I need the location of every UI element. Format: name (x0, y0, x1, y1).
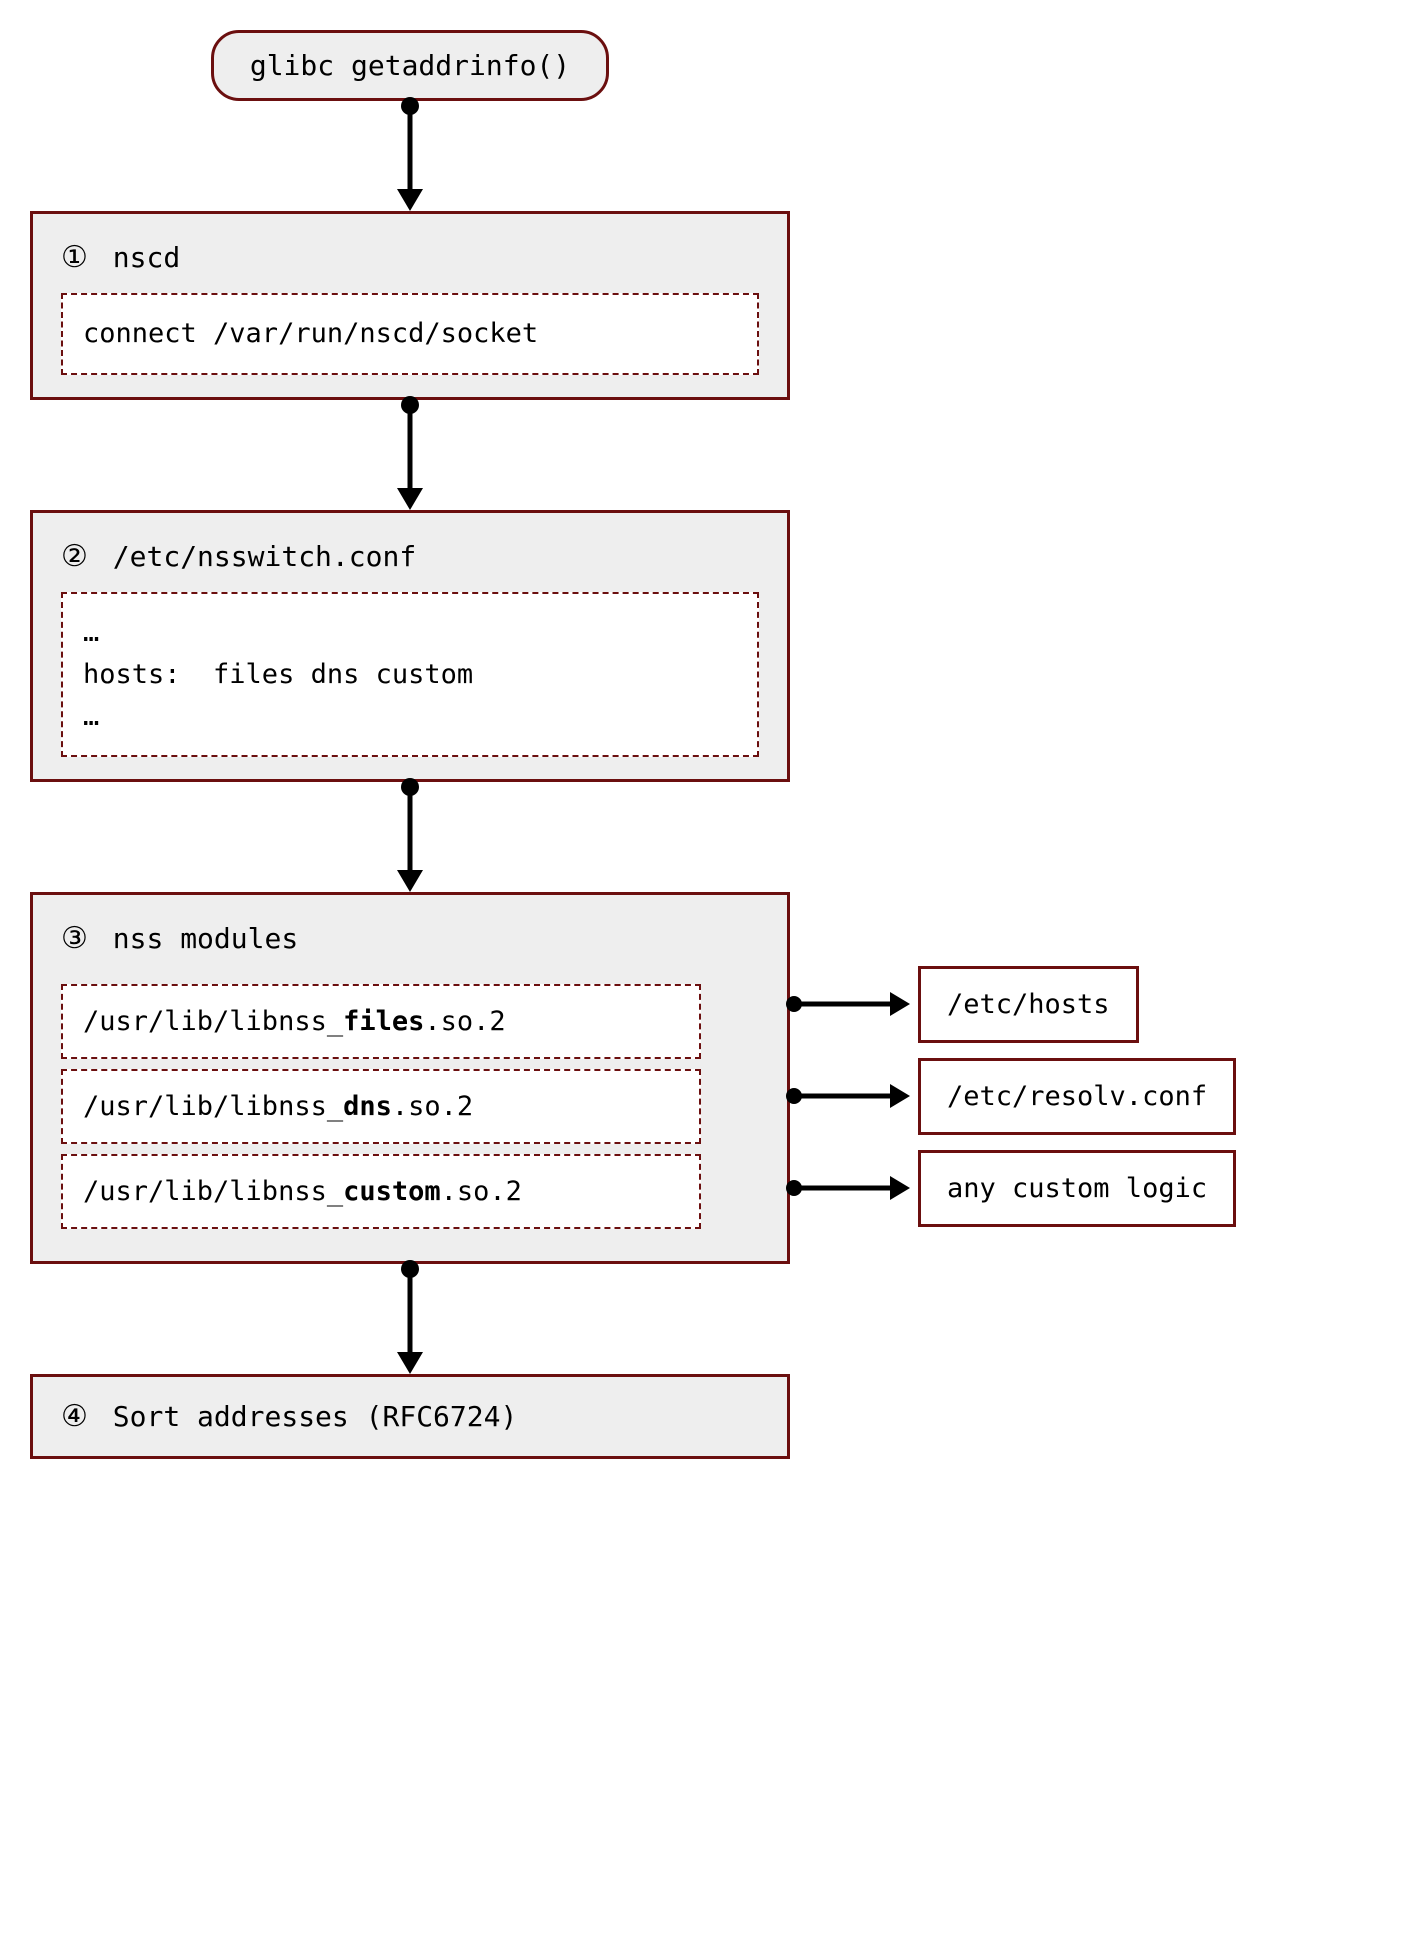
top-label-a: glibc (250, 49, 334, 82)
step-3-box: ③ nss modules /usr/lib/libnss_files.so.2… (30, 892, 790, 1264)
target-custom: any custom logic (918, 1150, 1236, 1227)
step-1-title: nscd (113, 241, 180, 274)
arrow-right-icon (790, 1186, 910, 1191)
arrow-right-icon (790, 1094, 910, 1099)
step-4-title: Sort addresses (RFC6724) (113, 1400, 518, 1433)
top-label-b: getaddrinfo() (351, 49, 570, 82)
arrow-right-icon (790, 1002, 910, 1007)
top-node: glibc getaddrinfo() (211, 30, 609, 101)
arrow-down-icon (408, 101, 413, 211)
step-3-title: nss modules (113, 922, 298, 955)
step-1-box: ① nscd connect /var/run/nscd/socket (30, 211, 790, 400)
step-1-number: ① (61, 240, 88, 275)
arrow-down-icon (408, 782, 413, 892)
step-4-number: ④ (61, 1399, 88, 1434)
module-files: /usr/lib/libnss_files.so.2 (61, 984, 701, 1059)
step-2-number: ② (61, 539, 88, 574)
step-4-box: ④ Sort addresses (RFC6724) (30, 1374, 790, 1459)
module-custom: /usr/lib/libnss_custom.so.2 (61, 1154, 701, 1229)
step-2-body: … hosts: files dns custom … (61, 592, 759, 758)
target-files: /etc/hosts (918, 966, 1139, 1043)
step-2-title: /etc/nsswitch.conf (113, 540, 416, 573)
step-1-body: connect /var/run/nscd/socket (61, 293, 759, 375)
step-3-number: ③ (61, 921, 88, 956)
module-dns: /usr/lib/libnss_dns.so.2 (61, 1069, 701, 1144)
arrow-down-icon (408, 1264, 413, 1374)
target-dns: /etc/resolv.conf (918, 1058, 1236, 1135)
step-2-box: ② /etc/nsswitch.conf … hosts: files dns … (30, 510, 790, 783)
arrow-down-icon (408, 400, 413, 510)
